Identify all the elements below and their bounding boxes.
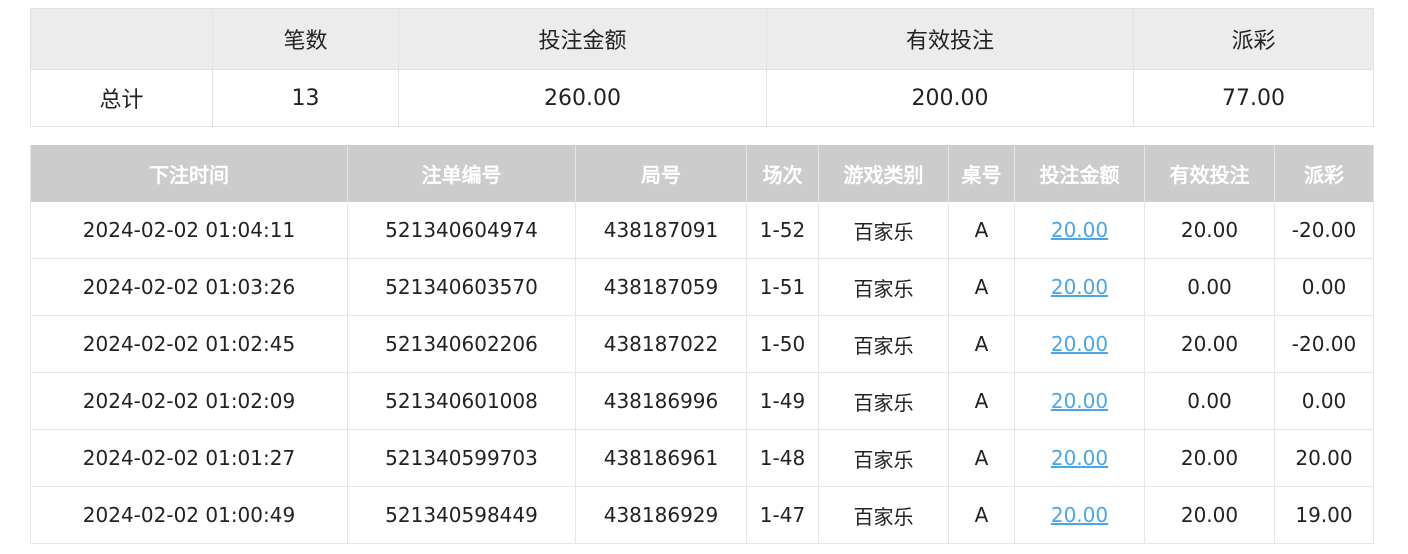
row-bet-amount-link[interactable]: 20.00 [1051, 275, 1108, 299]
row-session-cell: 1-50 [746, 315, 819, 373]
summary-header-row: 笔数 投注金额 有效投注 派彩 [30, 8, 1374, 70]
row-payout-cell: 20.00 [1274, 429, 1374, 487]
row-payout-cell: 0.00 [1274, 258, 1374, 316]
row-game-type-cell: 百家乐 [818, 315, 949, 373]
row-valid-bet-cell: 20.00 [1144, 202, 1275, 259]
row-round-number-cell: 438187022 [575, 315, 747, 373]
table-row: 2024-02-02 01:01:27 521340599703 438186961… [30, 429, 1374, 487]
header-game-type: 游戏类别 [818, 145, 949, 202]
row-bet-time-cell: 2024-02-02 01:04:11 [30, 202, 348, 259]
row-bet-id-cell: 521340601008 [347, 372, 576, 430]
detail-header-row: 下注时间 注单编号 局号 场次 游戏类别 桌号 投注金额 有效投注 派彩 [30, 145, 1374, 202]
row-payout-cell: 0.00 [1274, 372, 1374, 430]
row-bet-id-cell: 521340604974 [347, 202, 576, 259]
summary-total-bet-amount: 260.00 [398, 69, 767, 127]
table-row: 2024-02-02 01:00:49 521340598449 438186929… [30, 486, 1374, 544]
row-valid-bet-cell: 0.00 [1144, 258, 1275, 316]
row-game-type-cell: 百家乐 [818, 202, 949, 259]
header-payout: 派彩 [1274, 145, 1374, 202]
bet-detail-table: 下注时间 注单编号 局号 场次 游戏类别 桌号 投注金额 有效投注 派彩 202… [30, 145, 1374, 544]
row-table-number-cell: A [948, 486, 1015, 544]
row-bet-amount-cell: 20.00 [1014, 202, 1145, 259]
row-round-number-cell: 438187091 [575, 202, 747, 259]
header-bet-amount: 投注金额 [1014, 145, 1145, 202]
row-bet-time-cell: 2024-02-02 01:02:09 [30, 372, 348, 430]
summary-total-row: 总计 13 260.00 200.00 77.00 [30, 69, 1374, 127]
summary-header-bet-amount: 投注金额 [398, 8, 767, 70]
row-bet-time-cell: 2024-02-02 01:01:27 [30, 429, 348, 487]
row-game-type-cell: 百家乐 [818, 429, 949, 487]
row-bet-amount-link[interactable]: 20.00 [1051, 446, 1108, 470]
row-bet-amount-cell: 20.00 [1014, 429, 1145, 487]
row-session-cell: 1-49 [746, 372, 819, 430]
header-session: 场次 [746, 145, 819, 202]
row-bet-id-cell: 521340598449 [347, 486, 576, 544]
row-bet-amount-cell: 20.00 [1014, 315, 1145, 373]
row-bet-id-cell: 521340602206 [347, 315, 576, 373]
header-bet-time: 下注时间 [30, 145, 348, 202]
table-row: 2024-02-02 01:04:11 521340604974 438187091… [30, 202, 1374, 259]
row-bet-amount-cell: 20.00 [1014, 372, 1145, 430]
row-payout-cell: -20.00 [1274, 315, 1374, 373]
row-bet-id-cell: 521340603570 [347, 258, 576, 316]
summary-total-payout: 77.00 [1133, 69, 1374, 127]
row-valid-bet-cell: 0.00 [1144, 372, 1275, 430]
row-round-number-cell: 438186929 [575, 486, 747, 544]
table-row: 2024-02-02 01:02:45 521340602206 438187022… [30, 315, 1374, 373]
row-bet-time-cell: 2024-02-02 01:03:26 [30, 258, 348, 316]
header-bet-id: 注单编号 [347, 145, 576, 202]
row-bet-time-cell: 2024-02-02 01:02:45 [30, 315, 348, 373]
row-payout-cell: 19.00 [1274, 486, 1374, 544]
row-payout-cell: -20.00 [1274, 202, 1374, 259]
row-valid-bet-cell: 20.00 [1144, 486, 1275, 544]
row-game-type-cell: 百家乐 [818, 486, 949, 544]
summary-header-payout: 派彩 [1133, 8, 1374, 70]
row-table-number-cell: A [948, 258, 1015, 316]
header-valid-bet: 有效投注 [1144, 145, 1275, 202]
row-valid-bet-cell: 20.00 [1144, 429, 1275, 487]
row-bet-id-cell: 521340599703 [347, 429, 576, 487]
row-session-cell: 1-52 [746, 202, 819, 259]
summary-table: 笔数 投注金额 有效投注 派彩 总计 13 260.00 200.00 77.0… [30, 8, 1374, 127]
table-row: 2024-02-02 01:03:26 521340603570 438187059… [30, 258, 1374, 316]
row-round-number-cell: 438186996 [575, 372, 747, 430]
row-session-cell: 1-51 [746, 258, 819, 316]
row-bet-amount-cell: 20.00 [1014, 486, 1145, 544]
row-game-type-cell: 百家乐 [818, 258, 949, 316]
summary-header-count: 笔数 [212, 8, 399, 70]
row-bet-amount-link[interactable]: 20.00 [1051, 503, 1108, 527]
row-session-cell: 1-48 [746, 429, 819, 487]
row-table-number-cell: A [948, 202, 1015, 259]
row-bet-amount-link[interactable]: 20.00 [1051, 389, 1108, 413]
row-bet-time-cell: 2024-02-02 01:00:49 [30, 486, 348, 544]
row-table-number-cell: A [948, 429, 1015, 487]
summary-header-blank [30, 8, 213, 70]
row-table-number-cell: A [948, 315, 1015, 373]
summary-total-count: 13 [212, 69, 399, 127]
row-valid-bet-cell: 20.00 [1144, 315, 1275, 373]
row-round-number-cell: 438187059 [575, 258, 747, 316]
summary-total-label: 总计 [30, 69, 213, 127]
header-round-number: 局号 [575, 145, 747, 202]
row-round-number-cell: 438186961 [575, 429, 747, 487]
row-bet-amount-link[interactable]: 20.00 [1051, 218, 1108, 242]
row-session-cell: 1-47 [746, 486, 819, 544]
summary-total-valid-bet: 200.00 [766, 69, 1134, 127]
summary-header-valid-bet: 有效投注 [766, 8, 1134, 70]
row-bet-amount-link[interactable]: 20.00 [1051, 332, 1108, 356]
row-game-type-cell: 百家乐 [818, 372, 949, 430]
row-bet-amount-cell: 20.00 [1014, 258, 1145, 316]
row-table-number-cell: A [948, 372, 1015, 430]
header-table-number: 桌号 [948, 145, 1015, 202]
detail-body: 2024-02-02 01:04:11 521340604974 438187091… [30, 202, 1374, 544]
table-row: 2024-02-02 01:02:09 521340601008 438186996… [30, 372, 1374, 430]
